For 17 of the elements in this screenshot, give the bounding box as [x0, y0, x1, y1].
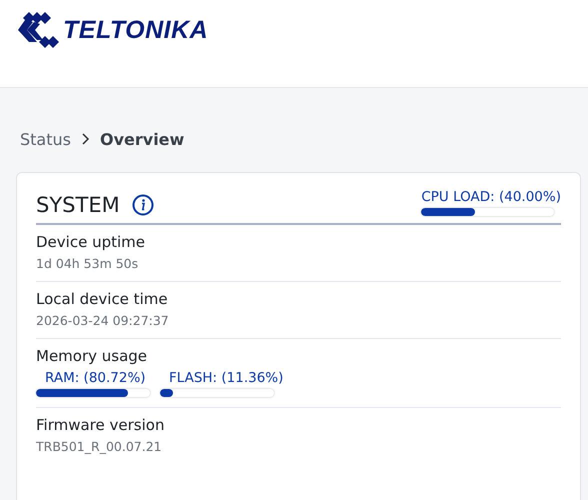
field-label: Device uptime: [36, 233, 146, 251]
field-value: 1d 04h 53m 50s: [36, 256, 140, 271]
field-label: Local device time: [36, 290, 169, 308]
card-title: SYSTEM: [36, 192, 120, 217]
cpu-load-label: CPU LOAD: (40.00%): [421, 188, 561, 204]
logo-text: TELTONIKA: [63, 16, 208, 44]
logo-icon: [15, 10, 61, 50]
breadcrumb-item: Overview: [100, 130, 184, 148]
chevron-icon: [80, 133, 90, 145]
info-icon[interactable]: [132, 194, 154, 216]
field-value: 2026-03-24 09:27:37: [36, 313, 170, 328]
breadcrumb-item[interactable]: Status: [20, 130, 71, 148]
field-label: Firmware version: [36, 416, 166, 434]
field-label: Memory usage: [36, 347, 148, 365]
field-value: TRB501_R_00.07.21: [36, 439, 163, 454]
meter-label: FLASH: (11.36%): [168, 370, 284, 386]
meter-label: RAM: (80.72%): [44, 370, 147, 386]
